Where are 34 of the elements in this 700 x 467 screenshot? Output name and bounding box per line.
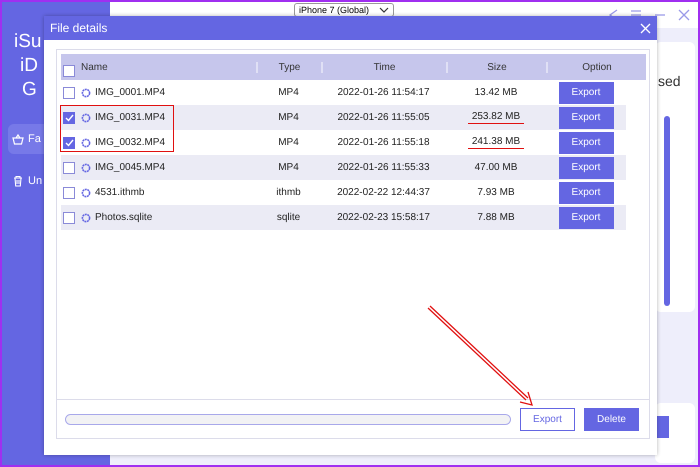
file-type: MP4 <box>277 87 300 98</box>
column-header: Name <box>81 62 108 72</box>
app-title: G <box>21 78 37 102</box>
file-type: ithmb <box>275 187 302 198</box>
file-time: 2022-01-26 11:55:18 <box>336 137 431 148</box>
file-size: 7.88 MB <box>477 212 515 223</box>
column-header: Type <box>278 62 300 72</box>
file-name: IMG_0045.MP4 <box>95 162 166 173</box>
file-size: 241.38 MB <box>468 136 524 149</box>
file-time: 2022-01-26 11:54:17 <box>336 87 431 98</box>
file-size: 47.00 MB <box>474 162 518 173</box>
file-name: IMG_0001.MP4 <box>95 87 166 98</box>
app-title: iSu <box>13 30 42 54</box>
file-type: sqlite <box>276 212 302 223</box>
file-name: 4531.ithmb <box>95 187 144 198</box>
file-type: MP4 <box>277 162 300 173</box>
file-time: 2022-01-26 11:55:05 <box>336 112 431 123</box>
file-size: 13.42 MB <box>474 87 518 98</box>
option-label: sed <box>658 73 681 89</box>
file-name: Photos.sqlite <box>95 212 152 223</box>
file-type: MP4 <box>277 112 300 123</box>
column-header: Option <box>582 62 612 72</box>
column-header: Time <box>374 62 396 72</box>
file-name: IMG_0032.MP4 <box>95 137 166 148</box>
app-title: iD <box>19 54 38 78</box>
file-size: 253.82 MB <box>468 111 524 124</box>
file-type: MP4 <box>277 137 300 148</box>
dialog-title: File details <box>50 21 108 35</box>
column-header: Size <box>487 62 507 72</box>
file-name: IMG_0031.MP4 <box>95 112 166 123</box>
file-time: 2022-01-26 11:55:33 <box>336 162 431 173</box>
file-size: 7.93 MB <box>477 187 515 198</box>
file-time: 2022-02-23 15:58:17 <box>336 212 431 223</box>
file-time: 2022-02-22 12:44:37 <box>336 187 431 198</box>
